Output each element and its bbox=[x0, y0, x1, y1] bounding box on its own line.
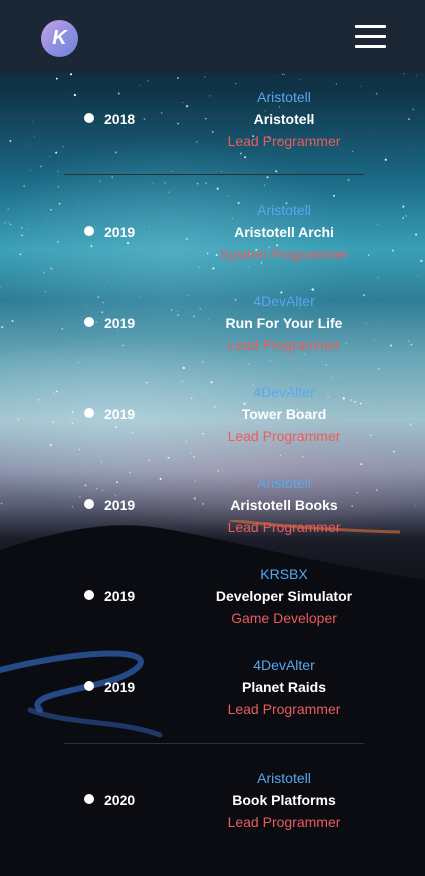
entry-title: Tower Board bbox=[241, 406, 327, 422]
entry-role: System Programmer bbox=[219, 246, 349, 262]
entry-role: Lead Programmer bbox=[227, 814, 341, 830]
entry-year: 2019 bbox=[104, 497, 136, 513]
entry-company: 4DevAlter bbox=[253, 657, 315, 673]
timeline-dot bbox=[84, 317, 94, 327]
entry-year: 2018 bbox=[104, 111, 136, 127]
entry-year: 2019 bbox=[104, 315, 136, 331]
entry-title: Aristotell Books bbox=[230, 497, 338, 513]
entry-title: Planet Raids bbox=[241, 679, 327, 695]
timeline-dot bbox=[84, 794, 94, 804]
timeline-entry: 2019 Aristotell Aristotell Books Lead Pr… bbox=[0, 472, 425, 542]
timeline-dot bbox=[84, 226, 94, 236]
timeline-entry: 2019 4DevAlter Run For Your Life Lead Pr… bbox=[0, 290, 425, 360]
timeline-dot bbox=[84, 499, 94, 509]
entry-company: Aristotell bbox=[257, 89, 311, 105]
entry-info: 4DevAlter Run For Your Life Lead Program… bbox=[160, 290, 408, 356]
timeline-entry: 2019 4DevAlter Tower Board Lead Programm… bbox=[0, 381, 425, 451]
timeline-entry: 2019 Aristotell Aristotell Archi System … bbox=[0, 199, 425, 269]
entry-company: 4DevAlter bbox=[253, 384, 315, 400]
entry-company: Aristotell bbox=[257, 475, 311, 491]
timeline-dot bbox=[84, 681, 94, 691]
entry-year: 2020 bbox=[104, 792, 136, 808]
entry-info: Aristotell Aristotell Books Lead Program… bbox=[160, 472, 408, 538]
top-header: K bbox=[0, 0, 425, 73]
entry-year: 2019 bbox=[104, 224, 136, 240]
entry-role: Lead Programmer bbox=[227, 519, 341, 535]
year-divider bbox=[64, 743, 364, 744]
timeline-dot bbox=[84, 590, 94, 600]
timeline-entry: 2019 4DevAlter Planet Raids Lead Program… bbox=[0, 654, 425, 724]
timeline-entry: 2019 KRSBX Developer Simulator Game Deve… bbox=[0, 563, 425, 633]
entry-info: Aristotell Aristotell Archi System Progr… bbox=[160, 199, 408, 265]
entry-year: 2019 bbox=[104, 406, 136, 422]
entry-role: Lead Programmer bbox=[227, 337, 341, 353]
entry-company: Aristotell bbox=[257, 770, 311, 786]
entry-role: Lead Programmer bbox=[227, 701, 341, 717]
entry-title: Developer Simulator bbox=[215, 588, 353, 604]
entry-year: 2019 bbox=[104, 679, 136, 695]
timeline-entry: 2020 Aristotell Book Platforms Lead Prog… bbox=[0, 767, 425, 837]
entry-info: 4DevAlter Planet Raids Lead Programmer bbox=[160, 654, 408, 720]
entry-info: 4DevAlter Tower Board Lead Programmer bbox=[160, 381, 408, 447]
entry-info: Aristotell Aristotell Lead Programmer bbox=[160, 86, 408, 152]
entry-title: Aristotell Archi bbox=[234, 224, 334, 240]
entry-company: KRSBX bbox=[260, 566, 308, 582]
timeline-dot bbox=[84, 113, 94, 123]
entry-company: Aristotell bbox=[257, 202, 311, 218]
entry-role: Lead Programmer bbox=[227, 133, 341, 149]
hamburger-menu-icon[interactable] bbox=[355, 25, 387, 49]
logo-letter: K bbox=[52, 27, 67, 49]
entry-year: 2019 bbox=[104, 588, 136, 604]
entry-title: Run For Your Life bbox=[225, 315, 343, 331]
experience-timeline: 2018 Aristotell Aristotell Lead Programm… bbox=[0, 0, 425, 876]
timeline-dot bbox=[84, 408, 94, 418]
entry-company: 4DevAlter bbox=[253, 293, 315, 309]
entry-info: Aristotell Book Platforms Lead Programme… bbox=[160, 767, 408, 833]
entry-title: Aristotell bbox=[253, 111, 315, 127]
entry-role: Lead Programmer bbox=[227, 428, 341, 444]
entry-role: Game Developer bbox=[231, 610, 337, 626]
timeline-entry: 2018 Aristotell Aristotell Lead Programm… bbox=[0, 86, 425, 156]
entry-info: KRSBX Developer Simulator Game Developer bbox=[160, 563, 408, 629]
year-divider bbox=[64, 174, 364, 175]
logo-badge[interactable]: K bbox=[41, 20, 78, 57]
entry-title: Book Platforms bbox=[232, 792, 336, 808]
